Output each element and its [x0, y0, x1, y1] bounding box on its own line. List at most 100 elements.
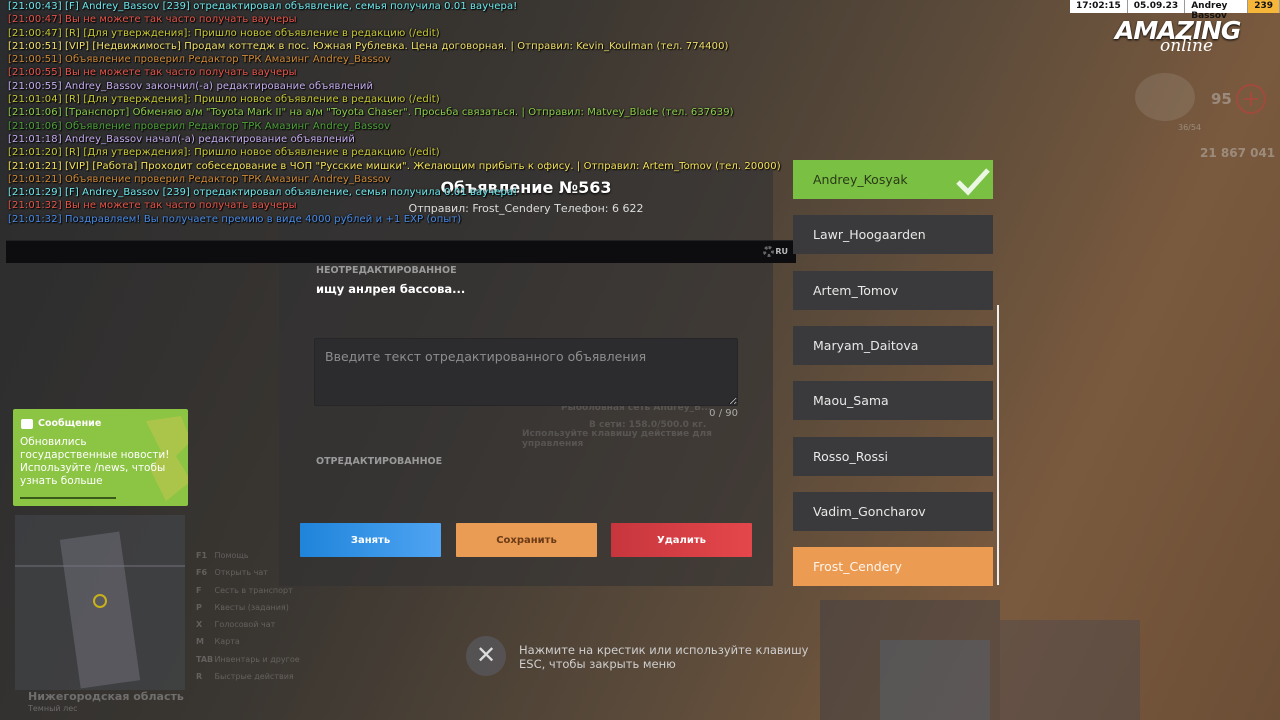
minimap	[15, 515, 185, 690]
original-label: НЕОТРЕДАКТИРОВАННОЕ	[316, 265, 457, 276]
health-icon	[1236, 84, 1266, 114]
close-icon: ✕	[475, 641, 497, 669]
hotkey-key: F	[196, 585, 202, 595]
chat-line: [21:01:06] Объявление проверил Редактор …	[8, 120, 391, 132]
background-building	[880, 640, 990, 720]
original-ad-text: ищу анлрея бассова...	[316, 282, 466, 296]
region-name: Нижегородская область	[28, 690, 184, 703]
chat-line: [21:01:21] Объявление проверил Редактор …	[8, 173, 391, 185]
edited-ad-input[interactable]	[314, 338, 738, 406]
edited-label: ОТРЕДАКТИРОВАННОЕ	[316, 456, 443, 467]
background-hint-text: Используйте клавишу действие для управле…	[522, 429, 712, 449]
chat-line: [21:01:21] [VIP] [Работа] Проходит собес…	[8, 160, 781, 172]
hotkey-hints: F1 Помощь F6 Открыть чат F Сесть в транспо…	[196, 551, 300, 689]
gear-icon[interactable]	[763, 246, 774, 257]
amazing-online-logo: AMAZING online	[1115, 16, 1241, 56]
scrollbar[interactable]	[997, 305, 999, 585]
player-position-icon	[93, 594, 107, 608]
hotkey-key: M	[196, 637, 204, 647]
chat-line: [21:01:20] [R] [Для утверждения]: Пришло…	[8, 147, 440, 159]
player-name: Maou_Sama	[813, 393, 889, 409]
close-hint: Нажмите на крестик или используйте клави…	[519, 643, 809, 671]
checkmark-icon	[956, 168, 990, 196]
chat-line: [21:01:06] [Транспорт] Обменяю а/м "Toyo…	[8, 107, 734, 119]
hotkey-hint: F6 Открыть чат	[196, 568, 300, 585]
char-counter: 0 / 90	[709, 408, 738, 419]
player-name: Frost_Cendery	[813, 559, 902, 575]
player-item[interactable]: Vadim_Goncharov	[793, 491, 993, 531]
hotkey-label: Голосовой чат	[214, 620, 276, 630]
hotkey-key: F1	[196, 551, 208, 560]
fist-icon	[1135, 73, 1195, 121]
player-name: Maryam_Daitova	[813, 337, 919, 353]
message-icon	[21, 419, 33, 429]
player-item[interactable]: Maryam_Daitova	[793, 325, 993, 365]
hotkey-label: Карта	[214, 637, 240, 647]
hud-health: 95	[1211, 90, 1232, 108]
chat-line: [21:00:51] [VIP] [Недвижимость] Продам к…	[8, 40, 729, 52]
chat-line: [21:01:04] [R] [Для утверждения]: Пришло…	[8, 94, 440, 106]
hotkey-key: X	[196, 620, 203, 630]
hud-time: 17:02:15	[1070, 0, 1128, 13]
chat-line: [21:01:29] [F] Andrey_Bassov [239] отред…	[8, 187, 518, 199]
language-indicator: RU	[775, 247, 788, 256]
chat-log: [21:00:43] [F] Andrey_Bassov [239] отред…	[8, 0, 798, 226]
hotkey-key: R	[196, 672, 203, 682]
notification-title: Сообщение	[38, 418, 102, 429]
hud-status-bar: 17:02:15 05.09.23 Andrey Bassov 239	[1070, 0, 1280, 21]
hud-level: 239	[1248, 0, 1280, 13]
notification-body: Обновились государственные новости! Испо…	[20, 436, 170, 487]
hotkey-label: Инвентарь и другое	[214, 654, 300, 664]
player-name: Artem_Tomov	[813, 282, 899, 298]
take-button[interactable]: Занять	[300, 523, 441, 557]
map-road	[15, 565, 185, 567]
hud-ammo: 36/54	[1178, 123, 1202, 132]
hotkey-hint: X Голосовой чат	[196, 620, 300, 637]
player-item[interactable]: Rosso_Rossi	[793, 436, 993, 476]
chat-line: [21:00:47] [R] [Для утверждения]: Пришло…	[8, 27, 440, 39]
player-item[interactable]: Lawr_Hoogaarden	[793, 215, 993, 255]
player-name: Lawr_Hoogaarden	[813, 227, 926, 243]
hud-date: 05.09.23	[1128, 0, 1186, 13]
hotkey-label: Открыть чат	[214, 568, 268, 578]
player-item[interactable]: Frost_Cendery	[793, 547, 993, 587]
chat-line: [21:00:55] Andrey_Bassov закончил(-а) ре…	[8, 80, 374, 92]
hotkey-label: Квесты (задания)	[214, 602, 289, 612]
hotkey-hint: TAB Инвентарь и другое	[196, 655, 300, 672]
map-road	[59, 531, 141, 689]
player-name: Vadim_Goncharov	[813, 503, 926, 519]
hotkey-label: Быстрые действия	[214, 672, 294, 682]
player-name: Andrey_Kosyak	[813, 172, 908, 187]
save-button[interactable]: Сохранить	[456, 523, 597, 557]
hotkey-hint: F Сесть в транспорт	[196, 586, 300, 603]
hotkey-label: Помощь	[214, 551, 249, 560]
chat-line: [21:00:51] Объявление проверил Редактор …	[8, 54, 391, 66]
chat-line: [21:00:55] Вы не можете так часто получа…	[8, 67, 297, 79]
chat-line: [21:01:32] Поздравляем! Вы получаете пре…	[8, 213, 462, 225]
chat-line: [21:01:18] Andrey_Bassov начал(-а) редак…	[8, 133, 355, 145]
hud-player-name: Andrey Bassov	[1185, 0, 1249, 21]
hotkey-hint: R Быстрые действия	[196, 672, 300, 689]
player-item[interactable]: Artem_Tomov	[793, 270, 993, 310]
hud-money: 21 867 041	[1200, 146, 1276, 160]
chat-line: [21:01:32] Вы не можете так часто получа…	[8, 200, 297, 212]
hotkey-key: F6	[196, 568, 208, 578]
player-item[interactable]: Andrey_Kosyak	[793, 160, 993, 199]
hotkey-hint: F1 Помощь	[196, 551, 300, 568]
chat-line: [21:00:43] [F] Andrey_Bassov [239] отред…	[8, 1, 518, 12]
ad-editor-panel: Рыболовная сеть Andrey_B... В сети: 158.…	[279, 170, 773, 586]
sub-region-name: Темный лес	[28, 704, 78, 713]
chat-input[interactable]: RU	[6, 240, 796, 263]
notification: Сообщение Обновились государственные нов…	[13, 409, 188, 506]
background-building	[1000, 620, 1140, 720]
hotkey-key: P	[196, 602, 202, 612]
player-item[interactable]: Maou_Sama	[793, 381, 993, 421]
hotkey-hint: M Карта	[196, 637, 300, 654]
hotkey-key: TAB	[196, 654, 214, 664]
notification-timer-bar	[20, 497, 116, 499]
hotkey-label: Сесть в транспорт	[214, 585, 293, 595]
hotkey-hint: P Квесты (задания)	[196, 603, 300, 620]
close-button[interactable]: ✕	[466, 636, 506, 676]
delete-button[interactable]: Удалить	[611, 523, 752, 557]
player-name: Rosso_Rossi	[813, 448, 888, 464]
